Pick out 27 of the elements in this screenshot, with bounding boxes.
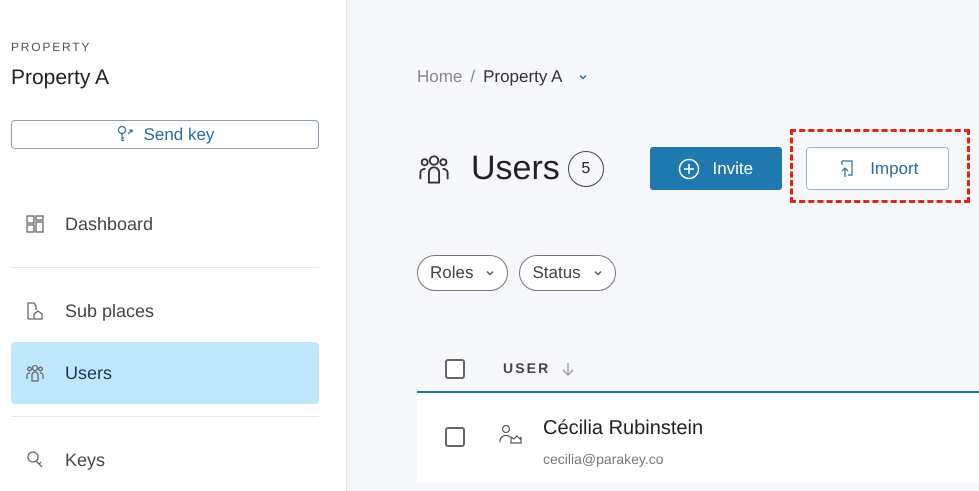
page-title: Users [471, 148, 560, 189]
user-crown-icon [499, 422, 523, 446]
users-icon [25, 363, 45, 383]
user-email: cecilia@parakey.co [543, 450, 665, 469]
checkbox[interactable] [445, 426, 465, 446]
property-name: Property A [11, 65, 110, 91]
nav-item[interactable]: Users [11, 342, 319, 404]
section-label: PROPERTY [11, 39, 92, 56]
table-row[interactable]: Cécilia Rubinstein cecilia@parakey.co [417, 392, 979, 482]
key-icon [25, 450, 45, 470]
nav-item[interactable]: Keys [11, 429, 319, 491]
filter-dropdown[interactable]: Status [519, 254, 616, 290]
send-key-button[interactable]: Send key [11, 120, 319, 149]
checkbox[interactable] [445, 358, 465, 378]
nav-item[interactable]: Dashboard [11, 193, 319, 255]
breadcrumb-separator: / [470, 66, 476, 88]
plus-circle-icon [678, 158, 700, 180]
count-badge: 5 [568, 150, 604, 186]
invite-button[interactable]: Invite [650, 147, 782, 190]
grid-icon [25, 214, 45, 234]
user-name: Cécilia Rubinstein [543, 416, 704, 440]
filter-dropdown[interactable]: Roles [417, 254, 508, 290]
building-icon [25, 301, 45, 321]
nav-item[interactable]: Sub places [11, 280, 319, 342]
breadcrumb-current[interactable]: Property A [483, 64, 562, 90]
import-button[interactable]: Import [806, 147, 949, 190]
column-header[interactable]: USER [503, 358, 550, 379]
